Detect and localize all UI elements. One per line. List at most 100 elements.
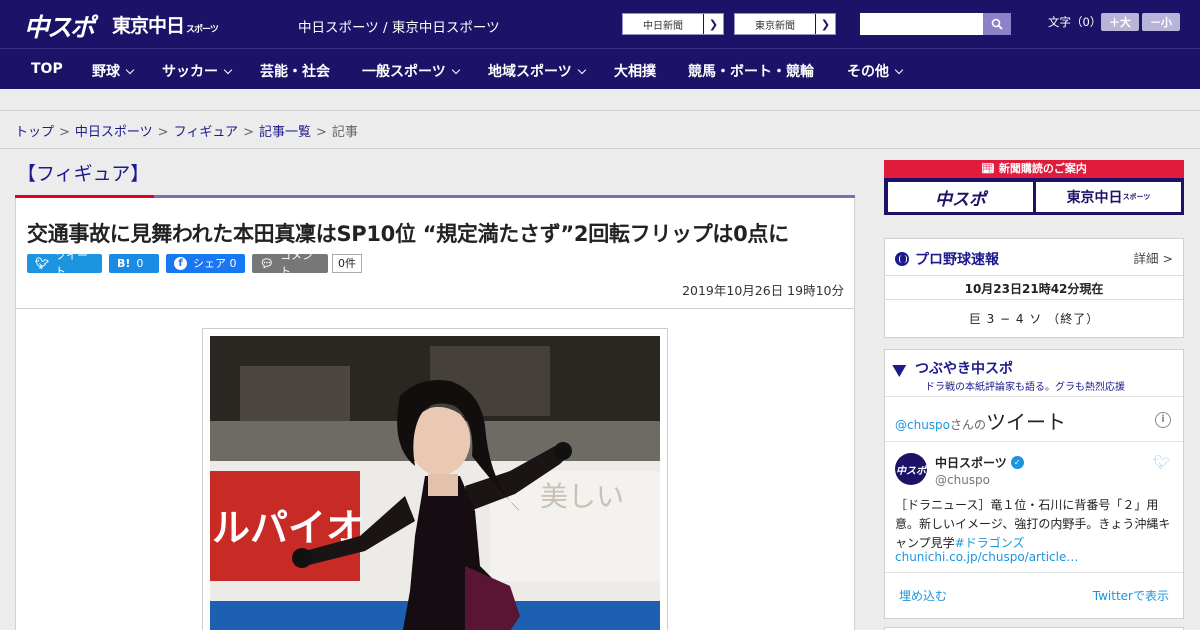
chunichi-shimbun-link[interactable]: 中日新聞 ❯ <box>622 13 724 35</box>
nav-top[interactable]: TOP <box>31 61 63 77</box>
nav-baseball[interactable]: 野球 <box>92 61 135 81</box>
nav-label: 一般スポーツ <box>362 64 446 80</box>
twitter-bird-icon: 🐦︎ <box>35 256 49 270</box>
chevron-down-icon <box>451 65 460 75</box>
divider <box>885 572 1183 573</box>
sub-bar <box>0 89 1200 111</box>
hatena-count: 0 <box>136 256 144 270</box>
account-name-text: 中日スポーツ <box>935 456 1007 470</box>
timeline-handle-link[interactable]: @chuspo <box>895 418 950 432</box>
nav-soccer[interactable]: サッカー <box>162 61 233 81</box>
nav-entertainment[interactable]: 芸能・社会 <box>260 61 330 81</box>
share-buttons: 🐦︎ ツイート B! 0 f シェア 0 💬︎ コメント 0件 <box>27 249 362 278</box>
divider <box>885 441 1183 442</box>
breadcrumb-chunichi-sports[interactable]: 中日スポーツ <box>75 125 153 140</box>
photo-frame: ルパイオ 美しい <box>202 328 668 630</box>
chevron-down-icon <box>223 65 233 75</box>
avatar[interactable]: 中スポ <box>895 453 927 485</box>
subscription-title-text: 新聞購読のご案内 <box>998 162 1087 175</box>
hatena-icon: B! <box>117 256 131 270</box>
hashtag-link[interactable]: #ドラゴンズ <box>955 536 1025 550</box>
twitter-panel: つぶやき中スポ ドラ戦の本紙評論家も語る。グラも熱烈応援 @chuspoさんのツ… <box>884 349 1184 619</box>
nav-keiba-boat-keirin[interactable]: 競馬・ボート・競輪 <box>688 61 814 81</box>
sign-text: 美しい <box>540 481 624 512</box>
account-handle[interactable]: @chuspo <box>935 473 990 487</box>
megaphone-icon <box>892 358 910 378</box>
search-button[interactable] <box>983 13 1011 35</box>
facebook-share-button[interactable]: f シェア 0 <box>166 253 245 273</box>
facebook-count: 0 <box>229 256 237 270</box>
chevron-down-icon <box>894 65 904 75</box>
twitter-bird-icon[interactable]: 🐦︎ <box>1153 455 1171 471</box>
hatena-bookmark-button[interactable]: B! 0 <box>109 253 159 273</box>
tweet-button[interactable]: 🐦︎ ツイート <box>27 249 102 278</box>
view-on-twitter-link[interactable]: Twitterで表示 <box>1093 587 1169 604</box>
twitter-panel-title-text: つぶやき中スポ <box>915 361 1013 377</box>
divider <box>885 396 1183 397</box>
subscription-title: 📰︎ 新聞購読のご案内 <box>981 162 1087 175</box>
subscribe-tokyo-small: スポーツ <box>1122 193 1151 201</box>
chevron-down-icon <box>125 65 135 75</box>
nav-sumo[interactable]: 大相撲 <box>614 61 656 81</box>
chunichi-link-label: 中日新聞 <box>643 20 683 32</box>
site-title[interactable]: 中日スポーツ / 東京中日スポーツ <box>298 16 500 36</box>
divider <box>885 299 1183 300</box>
facebook-label: シェア <box>193 257 226 270</box>
tokyo-chunichi-logo[interactable]: 東京中日 スポーツ <box>112 11 219 38</box>
breadcrumb-separator: > <box>59 125 70 140</box>
info-icon[interactable]: i <box>1155 412 1171 428</box>
twitter-panel-title: つぶやき中スポ <box>892 358 1013 378</box>
article-header: 交通事故に見舞われた本田真凜はSP10位 “規定満たさず”2回転フリップは0点に… <box>15 198 855 309</box>
twitter-panel-subtitle: ドラ戦の本紙評論家も語る。グラも熱烈応援 <box>925 382 1125 393</box>
comment-button[interactable]: 💬︎ コメント <box>252 249 328 278</box>
timeline-header: @chuspoさんのツイート <box>895 406 1066 435</box>
header-bar: 中スポ 東京中日 スポーツ 中日スポーツ / 東京中日スポーツ 中日新聞 ❯ 東京… <box>0 0 1200 48</box>
chevron-right-icon: ❯ <box>815 14 835 34</box>
article-date: 2019年10月26日 19時10分 <box>682 283 844 298</box>
nav-other[interactable]: その他 <box>847 61 904 81</box>
nav-label: 競馬・ボート・競輪 <box>688 64 814 80</box>
skater-photo-illustration: ルパイオ 美しい <box>210 336 660 630</box>
tweet-text: ［ドラニュース］竜１位・石川に背番号「２」用意。新しいイメージ、強打の内野手。き… <box>895 496 1175 553</box>
comment-label: コメント <box>279 249 313 278</box>
subscribe-tokyo-logo[interactable]: 東京中日 スポーツ <box>1036 182 1181 212</box>
baseball-game-score[interactable]: 巨 3 − 4 ソ （終了） <box>885 310 1183 327</box>
baseball-score-panel: プロ野球速報 詳細 > 10月23日21時42分現在 巨 3 − 4 ソ （終了… <box>884 238 1184 338</box>
breadcrumb-divider <box>0 148 1200 149</box>
breadcrumb-top[interactable]: トップ <box>15 125 54 140</box>
tokyo-logo-small: スポーツ <box>186 25 219 35</box>
category-title: 【フィギュア】 <box>17 163 150 185</box>
facebook-icon: f <box>174 256 187 270</box>
article-photo[interactable]: ルパイオ 美しい <box>210 336 660 630</box>
search-icon <box>991 18 1003 30</box>
baseball-update-time: 10月23日21時42分現在 <box>964 282 1104 296</box>
breadcrumb-separator: > <box>157 125 169 140</box>
article-headline: 交通事故に見舞われた本田真凜はSP10位 “規定満たさず”2回転フリップは0点に <box>27 222 789 246</box>
nav-label: TOP <box>31 61 63 77</box>
comment-count: 0件 <box>332 253 362 273</box>
breadcrumb-separator: > <box>243 125 254 140</box>
breadcrumb-separator: > <box>315 125 327 140</box>
tweet-url-link[interactable]: chunichi.co.jp/chuspo/article… <box>895 550 1078 564</box>
font-smaller-button[interactable]: －小 <box>1142 13 1180 31</box>
embed-link[interactable]: 埋め込む <box>899 587 947 604</box>
chuspo-logo[interactable]: 中スポ <box>24 8 95 44</box>
timeline-handle-suffix: さんの <box>950 418 987 432</box>
search-input[interactable] <box>860 13 983 35</box>
account-name[interactable]: 中日スポーツ ✓ <box>935 454 1024 471</box>
nav-label: 大相撲 <box>614 64 656 80</box>
breadcrumb-figure[interactable]: フィギュア <box>174 125 238 140</box>
baseball-detail-link[interactable]: 詳細 > <box>1134 248 1173 267</box>
font-larger-button[interactable]: ＋大 <box>1101 13 1139 31</box>
subscribe-chuspo-logo[interactable]: 中スポ <box>888 182 1033 212</box>
nav-label: その他 <box>847 64 889 80</box>
tokyo-shimbun-link[interactable]: 東京新聞 ❯ <box>734 13 836 35</box>
breadcrumb-article-list[interactable]: 記事一覧 <box>259 125 311 140</box>
nav-label: サッカー <box>162 64 218 80</box>
baseball-icon <box>895 252 909 266</box>
chevron-down-icon <box>577 65 586 75</box>
divider <box>885 275 1183 276</box>
breadcrumb-current: 記事 <box>331 125 358 140</box>
nav-regional-sports[interactable]: 地域スポーツ <box>488 61 586 81</box>
nav-general-sports[interactable]: 一般スポーツ <box>362 61 460 81</box>
